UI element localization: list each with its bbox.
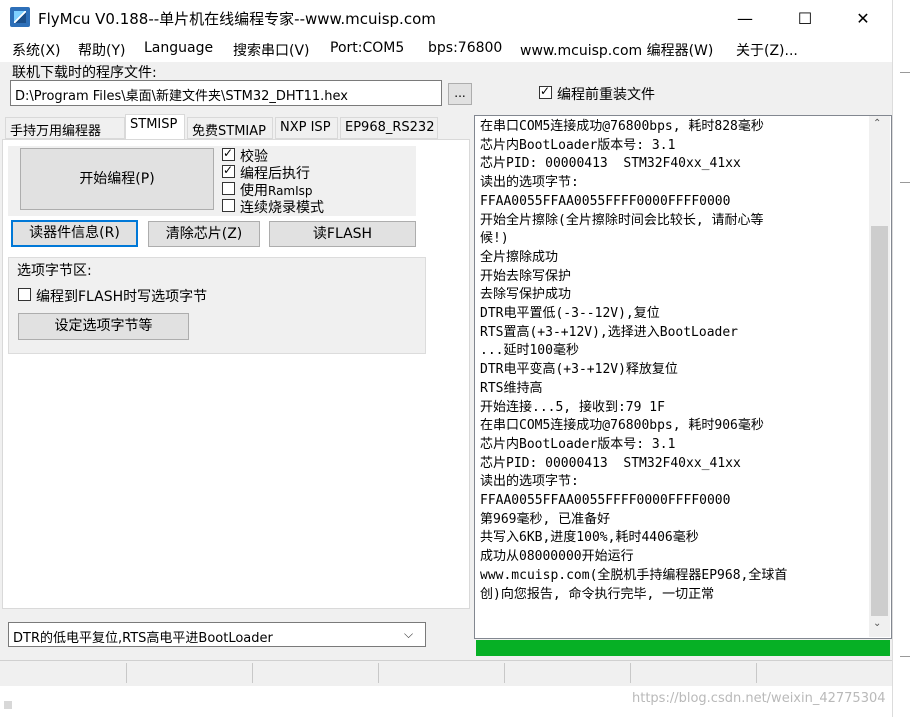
log-line: DTR电平置低(-3--12V),复位 bbox=[480, 306, 660, 322]
scroll-up-icon[interactable]: ⌃ bbox=[873, 118, 881, 129]
menu-system[interactable]: 系统(X) bbox=[12, 40, 61, 60]
use-ramisp-checkbox[interactable] bbox=[222, 182, 235, 195]
log-line: DTR电平变高(+3-+12V)释放复位 bbox=[480, 362, 678, 378]
maximize-button[interactable]: ☐ bbox=[782, 0, 828, 36]
log-line: 读出的选项字节: bbox=[480, 474, 579, 490]
browse-button[interactable]: ... bbox=[448, 83, 472, 105]
log-line: 开始连接...5, 接收到:79 1F bbox=[480, 399, 665, 415]
log-line: 候!) bbox=[480, 231, 509, 247]
log-scrollbar-thumb[interactable] bbox=[871, 226, 888, 616]
read-flash-button[interactable]: 读FLASH bbox=[269, 221, 416, 247]
log-line: FFAA0055FFAA0055FFFF0000FFFF0000 bbox=[480, 493, 731, 509]
tab-handheld-programmer[interactable]: 手持万用编程器 bbox=[5, 117, 125, 139]
menu-bps[interactable]: bps:76800 bbox=[428, 40, 502, 56]
status-divider bbox=[252, 663, 253, 683]
log-line: RTS置高(+3-+12V),选择进入BootLoader bbox=[480, 324, 739, 340]
start-programming-button[interactable]: 开始编程(P) bbox=[20, 148, 214, 210]
log-line: 创)向您报告, 命令执行完毕, 一切正常 bbox=[480, 586, 715, 602]
tab-free-stmiap[interactable]: 免费STMIAP bbox=[187, 117, 273, 139]
background-mark bbox=[900, 72, 910, 73]
watermark: https://blog.csdn.net/weixin_42775304 bbox=[632, 691, 886, 706]
reload-before-program-checkbox[interactable] bbox=[539, 84, 552, 99]
log-line: 读出的选项字节: bbox=[480, 175, 579, 191]
chevron-down-icon[interactable]: ⌵ bbox=[404, 627, 413, 642]
read-device-info-button[interactable]: 读器件信息(R) bbox=[11, 220, 138, 247]
log-line: FFAA0055FFAA0055FFFF0000FFFF0000 bbox=[480, 193, 731, 209]
log-line: 开始全片擦除(全片擦除时间会比较长, 请耐心等 bbox=[480, 212, 764, 228]
log-line: 芯片内BootLoader版本号: 3.1 bbox=[480, 137, 676, 153]
menu-about[interactable]: 关于(Z)... bbox=[736, 40, 798, 60]
log-line: 在串口COM5连接成功@76800bps, 耗时828毫秒 bbox=[480, 119, 764, 134]
log-line: 成功从08000000开始运行 bbox=[480, 549, 634, 565]
tab-ep968-rs232[interactable]: EP968_RS232 bbox=[340, 117, 438, 139]
write-option-bytes-checkbox[interactable] bbox=[18, 288, 31, 301]
log-line: RTS维持高 bbox=[480, 380, 543, 396]
log-line: www.mcuisp.com(全脱机手持编程器EP968,全球首 bbox=[480, 567, 788, 583]
reset-mode-select[interactable]: DTR的低电平复位,RTS高电平进BootLoader bbox=[8, 622, 426, 647]
status-divider bbox=[378, 663, 379, 683]
minimize-button[interactable]: — bbox=[722, 0, 768, 36]
file-path-input[interactable]: D:\Program Files\桌面\新建文件夹\STM32_DHT11.he… bbox=[10, 80, 442, 106]
menu-port[interactable]: Port:COM5 bbox=[330, 40, 404, 56]
option-bytes-group-label: 选项字节区: bbox=[17, 263, 92, 279]
log-line: 第969毫秒, 已准备好 bbox=[480, 511, 611, 527]
log-line: 去除写保护成功 bbox=[480, 287, 572, 303]
status-divider bbox=[504, 663, 505, 683]
status-divider bbox=[126, 663, 127, 683]
menu-programmer[interactable]: www.mcuisp.com 编程器(W) bbox=[520, 40, 713, 60]
close-button[interactable]: ✕ bbox=[840, 0, 886, 36]
program-file-label: 联机下载时的程序文件: bbox=[12, 65, 157, 81]
status-divider bbox=[756, 663, 757, 683]
status-divider bbox=[630, 663, 631, 683]
menu-search-port[interactable]: 搜索串口(V) bbox=[233, 40, 310, 60]
tab-stmisp[interactable]: STMISP bbox=[125, 114, 185, 140]
continuous-burn-checkbox[interactable] bbox=[222, 199, 235, 212]
menu-help[interactable]: 帮助(Y) bbox=[78, 40, 125, 60]
menu-language[interactable]: Language bbox=[144, 40, 213, 56]
log-line: 开始去除写保护 bbox=[480, 268, 572, 284]
desktop-icon bbox=[4, 701, 12, 709]
reload-before-program-label: 编程前重装文件 bbox=[557, 87, 655, 103]
write-option-bytes-label: 编程到FLASH时写选项字节 bbox=[36, 289, 208, 305]
log-text: 在串口COM5连接成功@76800bps, 耗时828毫秒 芯片内BootLoad… bbox=[480, 118, 865, 604]
log-line: 芯片PID: 00000413 STM32F40xx_41xx bbox=[480, 156, 741, 172]
background-mark bbox=[900, 182, 910, 183]
status-bar bbox=[0, 660, 892, 687]
log-line: 全片擦除成功 bbox=[480, 249, 559, 265]
log-line: 芯片PID: 00000413 STM32F40xx_41xx bbox=[480, 455, 741, 471]
tab-nxp-isp[interactable]: NXP ISP bbox=[275, 117, 338, 139]
erase-chip-button[interactable]: 清除芯片(Z) bbox=[148, 221, 260, 247]
continuous-burn-label: 连续烧录模式 bbox=[240, 200, 324, 216]
scroll-down-icon[interactable]: ⌄ bbox=[873, 618, 881, 629]
window-title: FlyMcu V0.188--单片机在线编程专家--www.mcuisp.com bbox=[38, 10, 436, 28]
log-line: ...延时100毫秒 bbox=[480, 343, 579, 359]
progress-bar bbox=[476, 640, 890, 656]
log-line: 共写入6KB,进度100%,耗时4406毫秒 bbox=[480, 530, 699, 546]
app-logo-icon bbox=[10, 7, 30, 27]
background-mark bbox=[900, 656, 910, 657]
run-after-program-checkbox[interactable] bbox=[222, 163, 235, 178]
log-line: 在串口COM5连接成功@76800bps, 耗时906毫秒 bbox=[480, 418, 764, 434]
set-option-bytes-button[interactable]: 设定选项字节等 bbox=[18, 313, 189, 340]
verify-checkbox[interactable] bbox=[222, 146, 235, 161]
background-window-edge bbox=[892, 0, 916, 717]
log-line: 芯片内BootLoader版本号: 3.1 bbox=[480, 436, 676, 452]
